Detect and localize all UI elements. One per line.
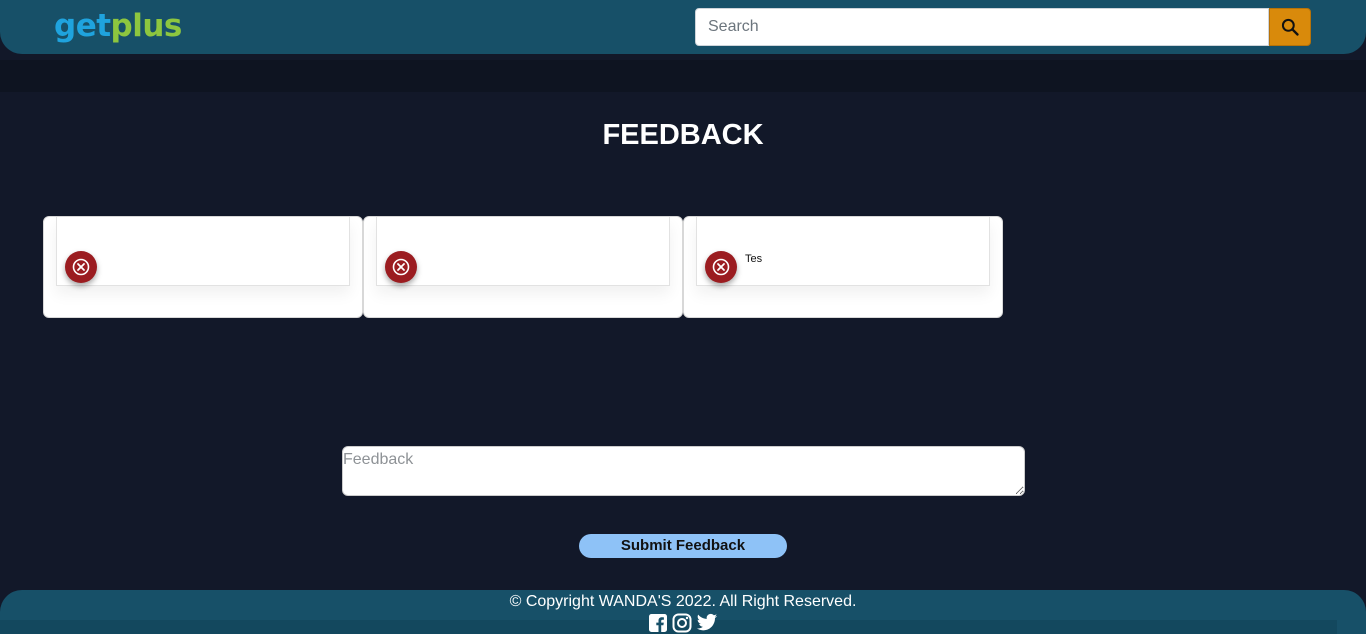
feedback-card-text: Tes	[745, 253, 763, 265]
feedback-card-body	[696, 217, 990, 286]
feedback-card-body	[56, 217, 350, 286]
copyright-text: © Copyright WANDA'S 2022. All Right Rese…	[509, 593, 857, 610]
search-button[interactable]	[1269, 8, 1311, 46]
feedback-card: Tes	[683, 216, 1003, 318]
close-circle-icon	[72, 258, 90, 276]
feedback-card	[43, 216, 363, 318]
feedback-card-body	[376, 217, 670, 286]
instagram-icon[interactable]	[672, 613, 692, 633]
delete-feedback-button[interactable]	[705, 251, 737, 283]
twitter-icon[interactable]	[696, 613, 718, 633]
logo-get: get	[54, 7, 111, 44]
logo[interactable]: get plus	[54, 7, 182, 45]
footer: © Copyright WANDA'S 2022. All Right Rese…	[0, 590, 1366, 634]
social-links	[648, 613, 718, 633]
delete-feedback-button[interactable]	[385, 251, 417, 283]
close-circle-icon	[712, 258, 730, 276]
nav-band	[0, 60, 1366, 92]
logo-plus: plus	[110, 7, 183, 44]
feedback-textarea[interactable]	[342, 446, 1025, 496]
feedback-card	[363, 216, 683, 318]
page-title: FEEDBACK	[602, 119, 764, 151]
header: get plus	[0, 0, 1366, 54]
search-input[interactable]	[695, 8, 1269, 46]
facebook-icon[interactable]	[648, 613, 668, 633]
search-icon	[1281, 18, 1299, 36]
close-circle-icon	[392, 258, 410, 276]
delete-feedback-button[interactable]	[65, 251, 97, 283]
submit-feedback-button[interactable]: Submit Feedback	[579, 534, 787, 558]
